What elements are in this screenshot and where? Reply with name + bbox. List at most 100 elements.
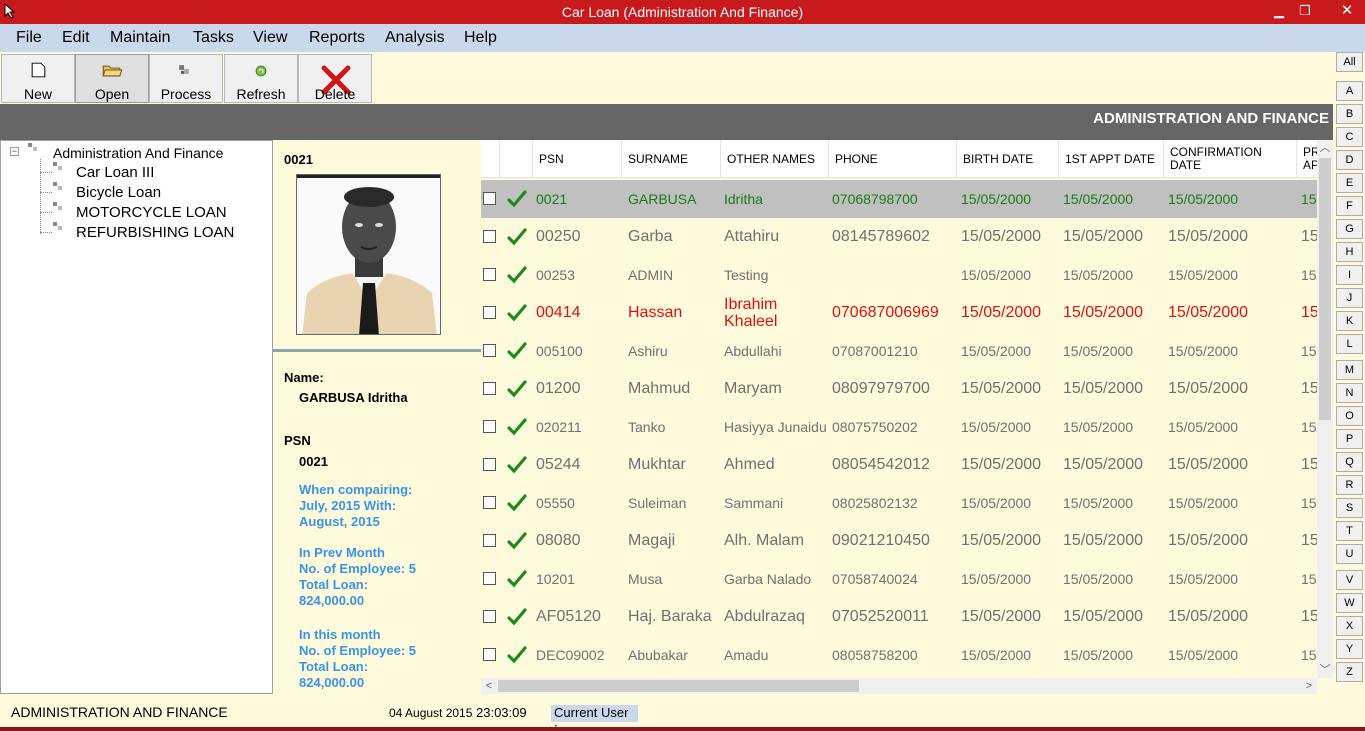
alpha-filter-b[interactable]: B (1336, 104, 1363, 124)
cell-psn: 08080 (536, 532, 581, 549)
row-checkbox[interactable] (483, 458, 496, 471)
scroll-right-icon[interactable]: > (1301, 678, 1317, 694)
refresh-button[interactable]: Refresh (224, 54, 298, 103)
tree-collapse-toggle[interactable]: − (10, 147, 19, 156)
menu-edit[interactable]: Edit (62, 29, 90, 47)
row-checkbox[interactable] (483, 534, 496, 547)
alpha-filter-d[interactable]: D (1336, 150, 1363, 170)
menu-help[interactable]: Help (464, 29, 497, 47)
checkmark-icon (507, 646, 527, 664)
alpha-filter-k[interactable]: K (1336, 311, 1363, 331)
row-checkbox[interactable] (483, 230, 496, 243)
row-checkbox[interactable] (483, 648, 496, 661)
cell-confirmation-date: 15/05/2000 (1168, 456, 1249, 473)
alpha-filter-f[interactable]: F (1336, 196, 1363, 216)
tree-root-administration[interactable]: Administration And Finance (53, 145, 223, 161)
table-row[interactable]: 08080 Magaji Alh. Malam 09021210450 15/05/20… (481, 522, 1317, 560)
alpha-filter-m[interactable]: M (1336, 360, 1363, 380)
menu-view[interactable]: View (253, 29, 287, 47)
row-checkbox[interactable] (483, 268, 496, 281)
cell-other-names: Attahiru (724, 228, 780, 245)
row-checkbox[interactable] (483, 572, 496, 585)
alpha-filter-z[interactable]: Z (1336, 662, 1363, 682)
table-row[interactable]: 00253 ADMIN Testing 15/05/2000 15/05/2000 15/… (481, 256, 1317, 294)
horizontal-scroll-thumb[interactable] (498, 680, 859, 692)
alpha-filter-w[interactable]: W (1336, 593, 1363, 613)
alpha-filter-g[interactable]: G (1336, 219, 1363, 239)
cell-psn: 00414 (536, 304, 581, 321)
alpha-filter-j[interactable]: J (1336, 288, 1363, 308)
header-psn[interactable]: PSN (533, 140, 622, 178)
row-checkbox[interactable] (483, 382, 496, 395)
checkmark-icon (507, 190, 527, 208)
table-row[interactable]: 0021 GARBUSA Idritha 07068798700 15/05/2000 1… (481, 180, 1317, 218)
row-checkbox[interactable] (483, 610, 496, 623)
table-row[interactable]: 00414 Hassan Ibrahim Khaleel 070687006969 15… (481, 294, 1317, 332)
open-button[interactable]: Open (75, 54, 149, 103)
grid-horizontal-scrollbar[interactable]: < > (481, 678, 1317, 694)
close-button[interactable]: ✕ (1333, 2, 1361, 20)
new-button[interactable]: New (1, 54, 75, 103)
table-row[interactable]: 01200 Mahmud Maryam 08097979700 15/05/2000 15… (481, 370, 1317, 408)
vertical-scroll-thumb[interactable] (1319, 158, 1331, 420)
menu-maintain[interactable]: Maintain (110, 29, 170, 47)
table-row[interactable]: DEC09002 Abubakar Amadu 08058758200 15/05/20… (481, 636, 1317, 674)
restore-button[interactable]: ❐ (1296, 2, 1314, 20)
alpha-filter-l[interactable]: L (1336, 334, 1363, 354)
header-other-names[interactable]: OTHER NAMES (721, 140, 829, 178)
scroll-up-icon[interactable]: ︿ (1317, 140, 1333, 156)
alpha-filter-v[interactable]: V (1336, 570, 1363, 590)
row-checkbox[interactable] (483, 496, 496, 509)
tree-item-car-loan[interactable]: Car Loan III (76, 164, 154, 181)
alpha-filter-e[interactable]: E (1336, 173, 1363, 193)
tree-item-refurbishing-loan[interactable]: REFURBISHING LOAN (76, 224, 234, 241)
table-row[interactable]: 10201 Musa Garba Nalado 07058740024 15/05/20… (481, 560, 1317, 598)
row-checkbox[interactable] (483, 420, 496, 433)
alpha-filter-all[interactable]: All (1336, 52, 1363, 72)
row-checkbox[interactable] (483, 344, 496, 357)
menu-analysis[interactable]: Analysis (385, 29, 445, 47)
table-row[interactable]: 020211 Tanko Hasiyya Junaidu 08075750202 15/… (481, 408, 1317, 446)
table-row[interactable]: 00250 Garba Attahiru 08145789602 15/05/2000 1… (481, 218, 1317, 256)
alpha-filter-a[interactable]: A (1336, 81, 1363, 101)
alpha-filter-n[interactable]: N (1336, 383, 1363, 403)
scroll-left-icon[interactable]: < (481, 678, 497, 694)
scroll-down-icon[interactable]: ﹀ (1317, 662, 1333, 678)
tree-item-motorcycle-loan[interactable]: MOTORCYCLE LOAN (76, 204, 227, 221)
header-birth-date[interactable]: BIRTH DATE (957, 140, 1059, 178)
delete-button[interactable]: Delete (298, 54, 372, 103)
cell-phone: 09021210450 (832, 532, 930, 549)
alpha-filter-r[interactable]: R (1336, 475, 1363, 495)
alpha-filter-t[interactable]: T (1336, 521, 1363, 541)
alpha-filter-y[interactable]: Y (1336, 639, 1363, 659)
header-first-appt-date[interactable]: 1ST APPT DATE (1059, 140, 1164, 178)
row-checkbox[interactable] (483, 306, 496, 319)
grid-vertical-scrollbar[interactable]: ︿ ﹀ (1317, 140, 1333, 678)
tree-item-bicycle-loan[interactable]: Bicycle Loan (76, 184, 161, 201)
menu-tasks[interactable]: Tasks (193, 29, 234, 47)
cell-birth-date: 15/05/2000 (961, 267, 1032, 283)
alpha-filter-s[interactable]: S (1336, 498, 1363, 518)
alpha-filter-u[interactable]: U (1336, 544, 1363, 564)
alpha-filter-p[interactable]: P (1336, 429, 1363, 449)
table-row[interactable]: 05244 Mukhtar Ahmed 08054542012 15/05/2000 15… (481, 446, 1317, 484)
table-row[interactable]: AF05120 Haj. Baraka Abdulrazaq 07052520011 1… (481, 598, 1317, 636)
table-row[interactable]: 005100 Ashiru Abdullahi 07087001210 15/05/20… (481, 332, 1317, 370)
process-button[interactable]: Process (149, 54, 223, 103)
header-confirmation-date[interactable]: CONFIRMATION DATE (1164, 140, 1297, 178)
alpha-filter-i[interactable]: I (1336, 265, 1363, 285)
row-checkbox[interactable] (483, 192, 496, 205)
header-phone[interactable]: PHONE (829, 140, 957, 178)
menu-file[interactable]: File (16, 29, 42, 47)
table-row[interactable]: 05550 Suleiman Sammani 08025802132 15/05/200… (481, 484, 1317, 522)
header-surname[interactable]: SURNAME (622, 140, 721, 178)
alpha-filter-o[interactable]: O (1336, 406, 1363, 426)
alpha-filter-h[interactable]: H (1336, 242, 1363, 262)
alpha-filter-c[interactable]: C (1336, 127, 1363, 147)
menu-reports[interactable]: Reports (309, 29, 365, 47)
cell-pr-ap: 15 (1301, 647, 1317, 663)
alpha-filter-q[interactable]: Q (1336, 452, 1363, 472)
alpha-filter-x[interactable]: X (1336, 616, 1363, 636)
cell-first-appt-date: 15/05/2000 (1063, 191, 1134, 207)
minimize-button[interactable]: ▁ (1270, 2, 1288, 20)
